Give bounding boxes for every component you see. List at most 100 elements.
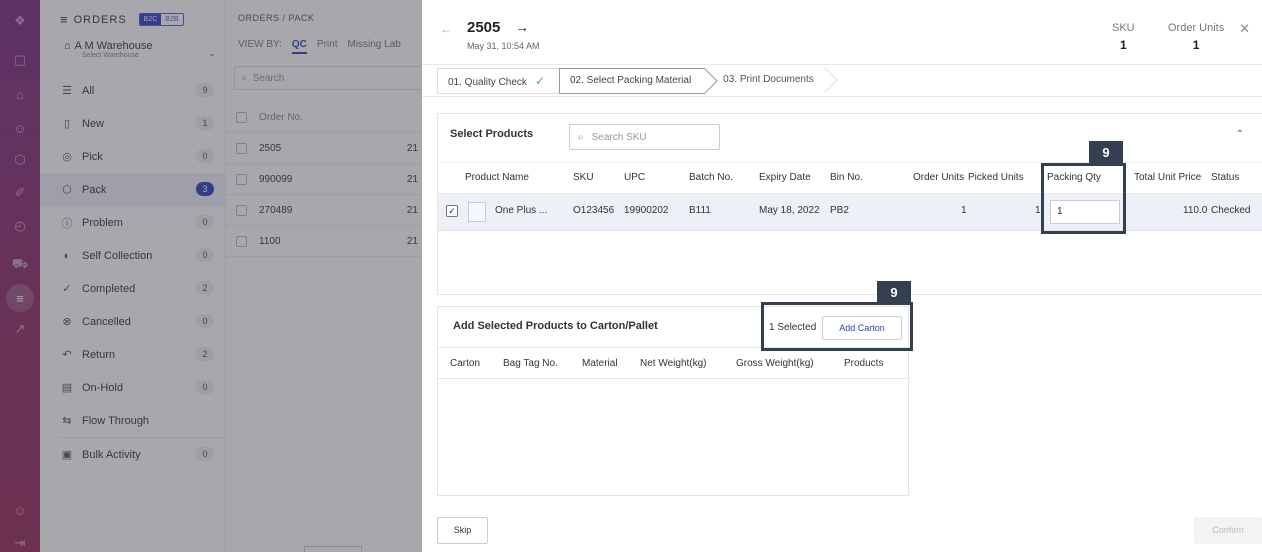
sidebar-item-label: Return xyxy=(82,348,116,361)
col-expiry-date: Expiry Date xyxy=(759,172,811,183)
col-gross-weight: Gross Weight(kg) xyxy=(736,358,814,369)
forward-arrow-icon[interactable]: → xyxy=(515,19,529,35)
layers-icon[interactable]: ≡ xyxy=(6,284,34,312)
table-row[interactable]: 1100 21 xyxy=(226,226,422,257)
sidebar-item-new[interactable]: ▯ New 1 xyxy=(40,107,226,140)
clock-icon[interactable]: ◴ xyxy=(11,217,29,235)
skip-button[interactable]: Skip xyxy=(437,517,488,544)
sidebar-title: ORDERS xyxy=(73,13,127,26)
table-row[interactable]: ✓ One Plus ... O123456 19900202 B111 May… xyxy=(438,194,1262,231)
packing-qty-input[interactable]: 1 xyxy=(1050,200,1120,224)
sidebar-item-self-collection[interactable]: ◐ Self Collection 0 xyxy=(40,239,226,272)
count-badge: 9 xyxy=(196,83,214,97)
product-bin: PB2 xyxy=(830,205,849,216)
warehouse-sub: Select Warehouse xyxy=(82,52,139,59)
step-select-packing-material[interactable]: 02. Select Packing Material xyxy=(559,68,706,94)
row-checkbox[interactable] xyxy=(236,173,247,185)
sidebar-item-completed[interactable]: ✓ Completed 2 xyxy=(40,272,226,305)
product-name[interactable]: One Plus ... xyxy=(495,205,547,216)
chevron-down-icon: ⌄ xyxy=(208,48,216,58)
sku-search-input[interactable]: ⌕ Search SKU xyxy=(569,124,720,150)
sidebar-item-problem[interactable]: ⓘ Problem 0 xyxy=(40,206,226,239)
orders-list-panel: ORDERS / PACK VIEW BY: QC Print Missing … xyxy=(226,0,424,552)
sidebar-item-bulk-activity[interactable]: ▣ Bulk Activity 0 xyxy=(40,438,226,471)
view-by-label: VIEW BY: xyxy=(238,39,282,50)
sidebar-item-label: On-Hold xyxy=(82,381,123,394)
back-arrow-icon[interactable]: ← xyxy=(440,22,452,36)
product-image-icon xyxy=(468,202,486,222)
order-units-value: 1 xyxy=(1192,38,1200,52)
order-no[interactable]: 1100 xyxy=(259,236,281,247)
channel-toggle[interactable]: B2C B2B xyxy=(138,13,184,26)
check-icon: ✓ xyxy=(534,74,545,88)
pagination[interactable] xyxy=(304,546,362,552)
order-no[interactable]: 2505 xyxy=(259,143,281,154)
sidebar-item-on-hold[interactable]: ▤ On-Hold 0 xyxy=(40,371,226,404)
search-icon: ⌕ xyxy=(241,72,247,84)
sidebar-item-pack[interactable]: ⬡ Pack 3 xyxy=(40,173,226,206)
b2b-toggle[interactable]: B2B xyxy=(161,14,183,25)
confirm-button[interactable]: Confirm xyxy=(1194,517,1262,544)
logout-icon[interactable]: ⇥ xyxy=(11,534,29,552)
product-batch: B111 xyxy=(689,205,711,216)
table-row[interactable]: 2505 21 xyxy=(226,133,422,164)
product-price: 110.0 xyxy=(1183,205,1208,216)
col-product-name: Product Name xyxy=(465,172,529,183)
col-status: Status xyxy=(1211,172,1240,183)
box-icon: ⬡ xyxy=(62,184,72,196)
compass-icon: ◐ xyxy=(63,249,71,262)
product-picked-units: 1 xyxy=(1035,205,1041,216)
table-header: Order No. xyxy=(226,102,422,133)
warehouse-icon: ⌂ xyxy=(64,40,71,52)
profile-icon[interactable]: ☺ xyxy=(11,501,29,519)
col-bin-no: Bin No. xyxy=(830,172,863,183)
table-row[interactable]: 270489 21 xyxy=(226,195,422,226)
carton-table-header: Carton Bag Tag No. Material Net Weight(k… xyxy=(438,347,908,379)
menu-icon[interactable]: ≡ xyxy=(60,12,68,27)
users-icon[interactable]: ☺ xyxy=(11,119,29,137)
select-all-checkbox[interactable] xyxy=(236,111,247,123)
col-net-weight: Net Weight(kg) xyxy=(640,358,707,369)
document-icon: ▯ xyxy=(63,118,71,130)
b2c-toggle[interactable]: B2C xyxy=(139,14,162,25)
tab-missing-label[interactable]: Missing Lab xyxy=(347,39,400,54)
sidebar-item-label: New xyxy=(82,117,105,130)
order-no[interactable]: 990099 xyxy=(259,174,292,185)
tab-qc[interactable]: QC xyxy=(291,39,307,54)
sidebar-item-return[interactable]: ↶ Return 2 xyxy=(40,338,226,371)
tab-print[interactable]: Print xyxy=(317,39,338,54)
step-print-documents[interactable]: 03. Print Documents xyxy=(705,68,828,94)
row-checkbox[interactable] xyxy=(236,142,247,154)
order-date: May 31, 10:54 AM xyxy=(467,41,540,51)
sidebar-item-pick[interactable]: ◎ Pick 0 xyxy=(40,140,226,173)
sidebar-item-label: Self Collection xyxy=(82,249,153,262)
sidebar-item-flow-through[interactable]: ⇆ Flow Through xyxy=(40,404,226,437)
table-row[interactable]: 990099 21 xyxy=(226,164,422,195)
product-expiry: May 18, 2022 xyxy=(759,205,820,216)
row-checkbox[interactable]: ✓ xyxy=(446,205,458,217)
col-products: Products xyxy=(844,358,884,369)
sidebar-item-cancelled[interactable]: ⊗ Cancelled 0 xyxy=(40,305,226,338)
row-checkbox[interactable] xyxy=(236,235,247,247)
col-upc: UPC xyxy=(624,172,646,183)
sidebar-item-label: All xyxy=(82,84,95,97)
order-no[interactable]: 270489 xyxy=(259,205,292,216)
logo-icon[interactable]: ❖ xyxy=(11,12,29,30)
count-badge: 0 xyxy=(196,149,214,163)
home-icon[interactable]: ⌂ xyxy=(11,85,29,103)
step-quality-check[interactable]: 01. Quality Check ✓ xyxy=(437,68,559,94)
order-search-input[interactable]: ⌕ Search xyxy=(234,66,424,90)
chevron-up-icon[interactable]: ⌃ xyxy=(1236,129,1244,140)
close-icon[interactable]: ✕ xyxy=(1239,21,1250,37)
tag-icon[interactable]: ✐ xyxy=(11,184,29,202)
list-icon: ☰ xyxy=(62,85,72,97)
warehouse-selector[interactable]: ⌂ A M Warehouse Select Warehouse ⌄ xyxy=(64,40,216,59)
row-checkbox[interactable] xyxy=(236,204,247,216)
search-icon: ⌕ xyxy=(578,131,584,143)
dashboard-icon[interactable]: ▢ xyxy=(11,51,29,69)
sidebar-item-all[interactable]: ☰ All 9 xyxy=(40,74,226,107)
add-carton-button[interactable]: Add Carton xyxy=(822,316,902,340)
truck-icon[interactable]: ⛟ xyxy=(11,256,29,274)
share-icon[interactable]: ↗ xyxy=(11,320,29,338)
box-icon[interactable]: ⬡ xyxy=(11,151,29,169)
